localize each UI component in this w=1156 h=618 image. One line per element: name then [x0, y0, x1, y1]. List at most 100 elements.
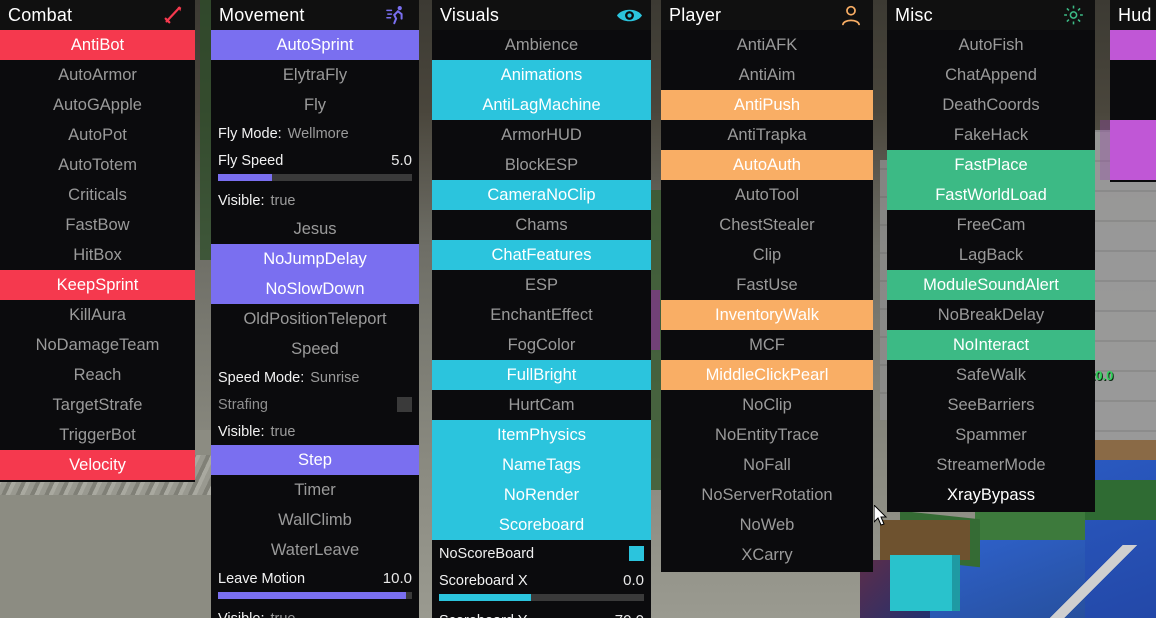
- module-item-2[interactable]: [1110, 90, 1156, 120]
- module-hurtcam[interactable]: HurtCam: [432, 390, 651, 420]
- module-step[interactable]: Step: [211, 445, 419, 475]
- module-ambience[interactable]: Ambience: [432, 30, 651, 60]
- module-triggerbot[interactable]: TriggerBot: [0, 420, 195, 450]
- module-item-3[interactable]: [1110, 120, 1156, 150]
- module-xraybypass[interactable]: XrayBypass: [887, 480, 1095, 510]
- setting-enum[interactable]: Visible: true: [211, 187, 419, 214]
- module-waterleave[interactable]: WaterLeave: [211, 535, 419, 565]
- module-nointeract[interactable]: NoInteract: [887, 330, 1095, 360]
- module-lagback[interactable]: LagBack: [887, 240, 1095, 270]
- module-antiaim[interactable]: AntiAim: [661, 60, 873, 90]
- module-noslowdown[interactable]: NoSlowDown: [211, 274, 419, 304]
- module-chams[interactable]: Chams: [432, 210, 651, 240]
- module-nofall[interactable]: NoFall: [661, 450, 873, 480]
- module-fastbow[interactable]: FastBow: [0, 210, 195, 240]
- module-wallclimb[interactable]: WallClimb: [211, 505, 419, 535]
- panel-header-visuals[interactable]: Visuals: [432, 0, 651, 30]
- module-freecam[interactable]: FreeCam: [887, 210, 1095, 240]
- module-autoauth[interactable]: AutoAuth: [661, 150, 873, 180]
- module-autopot[interactable]: AutoPot: [0, 120, 195, 150]
- module-clip[interactable]: Clip: [661, 240, 873, 270]
- panel-header-misc[interactable]: Misc: [887, 0, 1095, 30]
- module-nobreakdelay[interactable]: NoBreakDelay: [887, 300, 1095, 330]
- checkbox-toggle[interactable]: [397, 397, 412, 412]
- module-nodamageteam[interactable]: NoDamageTeam: [0, 330, 195, 360]
- module-fly[interactable]: Fly: [211, 90, 419, 120]
- module-noclip[interactable]: NoClip: [661, 390, 873, 420]
- setting-enum[interactable]: Fly Mode: Wellmore: [211, 120, 419, 147]
- module-autototem[interactable]: AutoTotem: [0, 150, 195, 180]
- module-antilagmachine[interactable]: AntiLagMachine: [432, 90, 651, 120]
- module-fastplace[interactable]: FastPlace: [887, 150, 1095, 180]
- module-nojumpdelay[interactable]: NoJumpDelay: [211, 244, 419, 274]
- module-xcarry[interactable]: XCarry: [661, 540, 873, 570]
- module-jesus[interactable]: Jesus: [211, 214, 419, 244]
- module-antitrapka[interactable]: AntiTrapka: [661, 120, 873, 150]
- setting-enum[interactable]: Speed Mode: Sunrise: [211, 364, 419, 391]
- module-noweb[interactable]: NoWeb: [661, 510, 873, 540]
- panel-player[interactable]: Player AntiAFK AntiAim AntiPush AntiTrapka Au…: [661, 0, 873, 572]
- slider-track[interactable]: [218, 592, 412, 599]
- module-chatappend[interactable]: ChatAppend: [887, 60, 1095, 90]
- module-oldpositionteleport[interactable]: OldPositionTeleport: [211, 304, 419, 334]
- module-chatfeatures[interactable]: ChatFeatures: [432, 240, 651, 270]
- module-fogcolor[interactable]: FogColor: [432, 330, 651, 360]
- module-antibot[interactable]: AntiBot: [0, 30, 195, 60]
- setting-checkbox[interactable]: Strafing: [211, 391, 419, 418]
- module-fastuse[interactable]: FastUse: [661, 270, 873, 300]
- module-timer[interactable]: Timer: [211, 475, 419, 505]
- module-mcf[interactable]: MCF: [661, 330, 873, 360]
- module-middleclickpearl[interactable]: MiddleClickPearl: [661, 360, 873, 390]
- module-antiafk[interactable]: AntiAFK: [661, 30, 873, 60]
- module-streamermode[interactable]: StreamerMode: [887, 450, 1095, 480]
- module-norender[interactable]: NoRender: [432, 480, 651, 510]
- module-targetstrafe[interactable]: TargetStrafe: [0, 390, 195, 420]
- module-antipush[interactable]: AntiPush: [661, 90, 873, 120]
- module-item-1[interactable]: [1110, 60, 1156, 90]
- module-armorhud[interactable]: ArmorHUD: [432, 120, 651, 150]
- module-esp[interactable]: ESP: [432, 270, 651, 300]
- module-reach[interactable]: Reach: [0, 360, 195, 390]
- setting-enum[interactable]: Visible: true: [211, 418, 419, 445]
- module-fastworldload[interactable]: FastWorldLoad: [887, 180, 1095, 210]
- module-cameranoclip[interactable]: CameraNoClip: [432, 180, 651, 210]
- panel-header-combat[interactable]: Combat: [0, 0, 195, 30]
- panel-misc[interactable]: Misc AutoFish ChatAppend DeathCoords FakeHac…: [887, 0, 1095, 512]
- module-enchanteffect[interactable]: EnchantEffect: [432, 300, 651, 330]
- module-noserverrotation[interactable]: NoServerRotation: [661, 480, 873, 510]
- module-deathcoords[interactable]: DeathCoords: [887, 90, 1095, 120]
- module-autosprint[interactable]: AutoSprint: [211, 30, 419, 60]
- module-criticals[interactable]: Criticals: [0, 180, 195, 210]
- checkbox-toggle[interactable]: [629, 546, 644, 561]
- module-spammer[interactable]: Spammer: [887, 420, 1095, 450]
- setting-slider[interactable]: Scoreboard Y 70.0: [432, 607, 651, 618]
- panel-combat[interactable]: Combat AntiBot AutoArmor AutoGApple AutoPot A…: [0, 0, 195, 482]
- module-cheststealer[interactable]: ChestStealer: [661, 210, 873, 240]
- slider-track[interactable]: [439, 594, 644, 601]
- module-safewalk[interactable]: SafeWalk: [887, 360, 1095, 390]
- module-elytrafly[interactable]: ElytraFly: [211, 60, 419, 90]
- module-velocity[interactable]: Velocity: [0, 450, 195, 480]
- setting-slider[interactable]: Scoreboard X 0.0: [432, 567, 651, 594]
- module-hitbox[interactable]: HitBox: [0, 240, 195, 270]
- module-autotool[interactable]: AutoTool: [661, 180, 873, 210]
- module-blockesp[interactable]: BlockESP: [432, 150, 651, 180]
- module-nametags[interactable]: NameTags: [432, 450, 651, 480]
- module-fullbright[interactable]: FullBright: [432, 360, 651, 390]
- panel-header-movement[interactable]: Movement: [211, 0, 419, 30]
- panel-movement[interactable]: Movement AutoSprint ElytraFly Fly Fly Mode: W…: [211, 0, 419, 618]
- setting-slider[interactable]: Leave Motion 10.0: [211, 565, 419, 592]
- setting-enum[interactable]: Visible: true: [211, 605, 419, 618]
- module-noentitytrace[interactable]: NoEntityTrace: [661, 420, 873, 450]
- module-autofish[interactable]: AutoFish: [887, 30, 1095, 60]
- module-speed[interactable]: Speed: [211, 334, 419, 364]
- module-seebarriers[interactable]: SeeBarriers: [887, 390, 1095, 420]
- module-item-4[interactable]: [1110, 150, 1156, 180]
- module-fakehack[interactable]: FakeHack: [887, 120, 1095, 150]
- module-inventorywalk[interactable]: InventoryWalk: [661, 300, 873, 330]
- slider-track[interactable]: [218, 174, 412, 181]
- module-itemphysics[interactable]: ItemPhysics: [432, 420, 651, 450]
- module-autogapple[interactable]: AutoGApple: [0, 90, 195, 120]
- module-scoreboard[interactable]: Scoreboard: [432, 510, 651, 540]
- panel-visuals[interactable]: Visuals Ambience Animations AntiLagMachine A…: [432, 0, 651, 618]
